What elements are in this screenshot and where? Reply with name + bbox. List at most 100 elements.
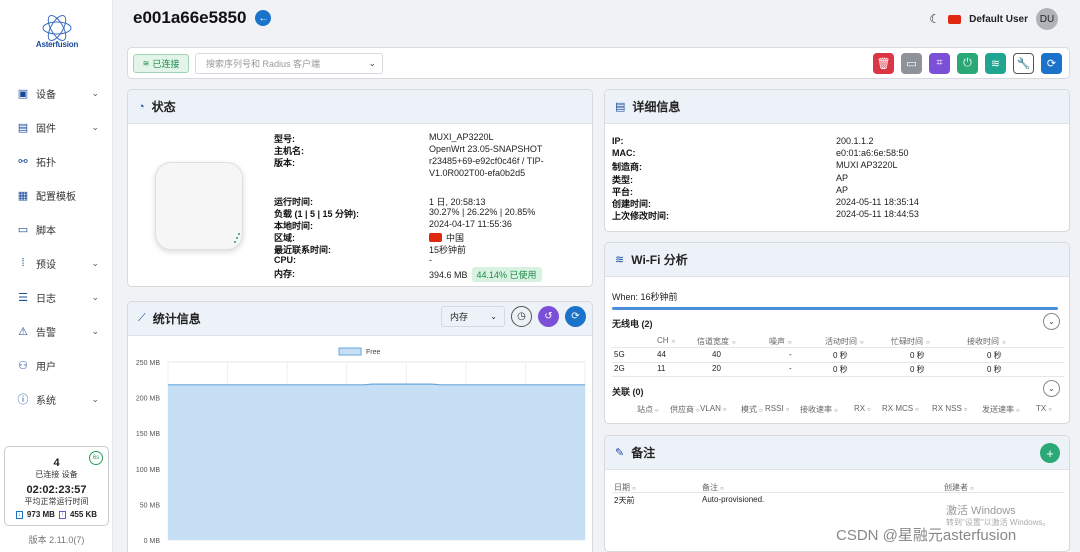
region-text: 中国	[446, 233, 465, 243]
association-column-header[interactable]: RX MCS ○	[882, 404, 919, 413]
sidebar-item[interactable]: ⚇ 用户	[0, 348, 113, 382]
time-range-button[interactable]: ◷	[511, 306, 532, 327]
status-value: r23485+69-e92cf0c46f / TIP-	[429, 156, 544, 166]
status-value: 2024-04-17 11:55:36	[429, 219, 512, 229]
add-note-button[interactable]: +	[1040, 443, 1060, 463]
radio-cell: 0 秒	[987, 365, 1002, 374]
radio-column-header[interactable]: 信道宽度 ○	[697, 336, 736, 347]
sidebar-item[interactable]: ▦ 配置模板	[0, 178, 113, 212]
wifi-card-header: ≋ Wi-Fi 分析	[605, 243, 1069, 277]
sort-icon: ○	[671, 339, 676, 345]
association-column-header[interactable]: RX ○	[854, 404, 871, 413]
sidebar-nav: ▣ 设备 ⌄ ▤ 固件 ⌄ ⚯ 拓扑 ▦ 配置模板 ▭ 脚本 ⁞ 预设 ⌄ ☰ 日志 ⌄ ⚠ 告警 ⌄ ⚇ 用户 ⓘ 系统 ⌄	[0, 76, 113, 416]
radio-column-header[interactable]: 活动时间 ○	[825, 336, 864, 347]
history-button[interactable]: ↺	[538, 306, 559, 327]
status-value: V1.0R002T00-efa0b2d5	[429, 168, 526, 178]
windows-activation-watermark: 激活 Windows	[946, 505, 1016, 517]
terminal-icon: ▭	[906, 58, 917, 70]
chevron-down-icon: ⌄	[91, 257, 99, 268]
logo-text: Asterfusion	[35, 40, 79, 49]
wrench-button[interactable]: 🔧	[1013, 53, 1034, 74]
radio-cell: 0 秒	[833, 365, 848, 374]
delete-button[interactable]: 🗑	[873, 53, 894, 74]
alarm-icon: ⚠	[18, 325, 28, 338]
sidebar-item[interactable]: ⁞ 预设 ⌄	[0, 246, 113, 280]
collapse-radios-icon[interactable]: ⌄	[1043, 313, 1060, 330]
refresh-icon: ⟳	[1046, 58, 1057, 70]
sidebar-item[interactable]: ⚠ 告警 ⌄	[0, 314, 113, 348]
refresh-chart-button[interactable]: ⟳	[565, 306, 586, 327]
details-card-header: ▤ 详细信息	[605, 90, 1069, 124]
dark-mode-icon[interactable]: ☾	[929, 12, 940, 26]
association-column-header[interactable]: TX ○	[1036, 404, 1052, 413]
logo[interactable]: Asterfusion	[28, 14, 86, 58]
csdn-watermark: CSDN @星融元asterfusion	[836, 527, 1017, 544]
wifi-button[interactable]: ≋	[985, 53, 1006, 74]
sidebar-item-label: 系统	[36, 395, 56, 407]
y-tick-label: 150 MB	[136, 431, 160, 438]
sidebar-item-label: 告警	[36, 327, 56, 339]
device-search-input[interactable]: 搜索序列号和 Radius 客户端 ⌄	[195, 53, 383, 74]
sidebar-item[interactable]: ▣ 设备 ⌄	[0, 76, 113, 110]
notes-cell: 2天前	[614, 496, 635, 505]
scan-button[interactable]: ⌗	[929, 53, 950, 74]
toolbar-actions: 🗑 ▭ ⌗ ⏻ ≋ 🔧 ⟳	[873, 53, 1062, 74]
radio-cell: -	[789, 364, 792, 373]
sidebar-item[interactable]: ▤ 固件 ⌄	[0, 110, 113, 144]
power-button[interactable]: ⏻	[957, 53, 978, 74]
sidebar-item[interactable]: ▭ 脚本	[0, 212, 113, 246]
details-card: ▤ 详细信息 IP: 200.1.1.2 MAC: e0:01:a6:6e:58:50…	[604, 89, 1070, 232]
user-name[interactable]: Default User	[969, 14, 1028, 25]
radio-column-header[interactable]: CH ○	[657, 336, 675, 345]
template-icon: ▦	[17, 189, 29, 202]
detail-label: IP:	[612, 136, 624, 146]
avg-uptime: 02:02:23:57	[26, 484, 87, 496]
sidebar-item[interactable]: ☰ 日志 ⌄	[0, 280, 113, 314]
collapse-associations-icon[interactable]: ⌄	[1043, 380, 1060, 397]
chevron-down-icon: ⌄	[91, 393, 99, 404]
statistics-card-header: ⟋ 统计信息 内存 ⌄ ◷ ↺ ⟳	[128, 302, 592, 336]
radio-cell: 5G	[614, 350, 625, 359]
sidebar-item[interactable]: ⚯ 拓扑	[0, 144, 113, 178]
topology-icon: ⚯	[18, 155, 28, 168]
status-value: 30.27% | 26.22% | 20.85%	[429, 207, 536, 217]
radio-column-header[interactable]: 接收时间 ○	[967, 336, 1006, 347]
status-card-title: 状态	[151, 100, 176, 114]
association-column-header[interactable]: 供应商 ○	[670, 404, 700, 415]
wrench-icon: 🔧	[1016, 58, 1031, 70]
association-column-header[interactable]: VLAN ○	[700, 404, 727, 413]
refresh-interval-badge[interactable]: 6s	[89, 451, 103, 465]
china-flag-icon	[429, 233, 442, 242]
detail-label: 创建时间:	[612, 199, 651, 209]
radio-column-header[interactable]: 忙碌时间 ○	[891, 336, 930, 347]
connection-status-badge: ≋ 已连接	[133, 54, 189, 73]
chevron-down-icon[interactable]: ⌄	[368, 58, 376, 69]
sidebar-item[interactable]: ⓘ 系统 ⌄	[0, 382, 113, 416]
terminal-button[interactable]: ▭	[901, 53, 922, 74]
radio-section-title: 无线电 (2)	[612, 319, 653, 329]
radio-column-header[interactable]: 噪声 ○	[769, 336, 792, 347]
avatar[interactable]: DU	[1036, 8, 1058, 30]
chevron-down-icon: ⌄	[91, 87, 99, 98]
y-tick-label: 200 MB	[136, 396, 160, 403]
detail-value: AP	[836, 172, 849, 183]
association-column-header[interactable]: 模式 ○	[741, 404, 763, 415]
sort-icon: ○	[759, 408, 763, 414]
association-column-header[interactable]: 站点 ○	[637, 404, 659, 415]
association-column-header[interactable]: 接收速率 ○	[800, 404, 838, 415]
avg-uptime-label: 平均正常运行时间	[24, 497, 89, 506]
refresh-button[interactable]: ⟳	[1041, 53, 1062, 74]
metric-select[interactable]: 内存 ⌄	[441, 306, 505, 327]
status-card-icon: ◔	[138, 100, 145, 113]
detail-value: AP	[836, 184, 849, 195]
sidebar: Asterfusion ▣ 设备 ⌄ ▤ 固件 ⌄ ⚯ 拓扑 ▦ 配置模板 ▭ 脚本 ⁞ 预设 ⌄ ☰ 日志 ⌄ ⚠…	[0, 0, 113, 552]
sidebar-item-label: 设备	[36, 89, 56, 101]
association-column-header[interactable]: 发送速率 ○	[982, 404, 1020, 415]
connected-count-label: 已连接 设备	[35, 470, 78, 479]
device-title: e001a66e5850	[133, 8, 247, 27]
china-flag-icon[interactable]	[948, 14, 962, 24]
memory-chart-svg: 250 MB 200 MB 150 MB 100 MB 50 MB 0 MB Free	[136, 347, 586, 545]
association-column-header[interactable]: RX NSS ○	[932, 404, 967, 413]
back-arrow-icon[interactable]: ←	[255, 10, 272, 26]
association-column-header[interactable]: RSSI ○	[765, 404, 789, 413]
